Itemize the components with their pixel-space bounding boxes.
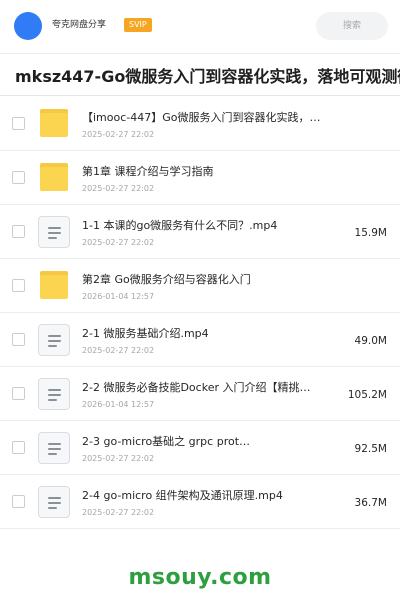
item-name: 第1章 课程介绍与学习指南 [82,165,214,178]
folder-icon [38,162,70,194]
item-checkbox[interactable] [12,225,25,238]
item-name: 第2章 Go微服务介绍与容器化入门 [82,273,251,286]
item-name: 2-2 微服务必备技能Docker 入门介绍【精挑… [82,381,311,394]
item-date: 2025-02-27 22:02 [82,454,155,463]
item-name: 2-3 go-micro基础之 grpc prot… [82,435,251,448]
list-item[interactable]: 第2章 Go微服务介绍与容器化入门 2026-01-04 12:57 [0,259,400,313]
document-icon [38,324,70,356]
item-name: 2-1 微服务基础介绍.mp4 [82,327,209,340]
title-bar: mksz447-Go微服务入门到容器化实践，落地可观测微服务 [0,54,400,96]
item-size: 105.2M [347,389,387,401]
watermark-text: msouy.com [128,565,272,590]
list-item[interactable]: 2-2 微服务必备技能Docker 入门介绍【精挑… 2026-01-04 12… [0,367,400,421]
document-icon [38,216,70,248]
page-title: mksz447-Go微服务入门到容器化实践，落地可观测微服务 [15,67,400,86]
document-icon [38,432,70,464]
item-date: 2026-01-04 12:57 [82,400,155,409]
item-checkbox[interactable] [12,279,25,292]
list-item[interactable]: 2-3 go-micro基础之 grpc prot… 2025-02-27 22… [0,421,400,475]
item-name: 【imooc-447】Go微服务入门到容器化实践，… [82,111,321,124]
item-checkbox[interactable] [12,117,25,130]
search-input[interactable]: 搜索 [316,12,388,40]
svip-badge: SVIP [124,18,152,32]
user-name[interactable]: 夸克网盘分享 [52,19,106,31]
item-name: 2-4 go-micro 组件架构及通讯原理.mp4 [82,489,283,502]
list-item[interactable]: 第1章 课程介绍与学习指南 2025-02-27 22:02 [0,151,400,205]
file-list: 【imooc-447】Go微服务入门到容器化实践，… 2025-02-27 22… [0,97,400,529]
document-icon [38,486,70,518]
item-size: 15.9M [354,227,387,239]
item-checkbox[interactable] [12,387,25,400]
list-item[interactable]: 【imooc-447】Go微服务入门到容器化实践，… 2025-02-27 22… [0,97,400,151]
top-header: 夸克网盘分享 SVIP 搜索 [0,0,400,54]
list-item[interactable]: 2-1 微服务基础介绍.mp4 2025-02-27 22:02 49.0M [0,313,400,367]
avatar[interactable] [14,12,42,40]
item-date: 2025-02-27 22:02 [82,238,155,247]
item-size: 49.0M [354,335,387,347]
item-date: 2026-01-04 12:57 [82,292,155,301]
item-checkbox[interactable] [12,333,25,346]
item-date: 2025-02-27 22:02 [82,346,155,355]
item-checkbox[interactable] [12,441,25,454]
item-date: 2025-02-27 22:02 [82,130,155,139]
item-size: 36.7M [354,497,387,509]
item-checkbox[interactable] [12,171,25,184]
item-date: 2025-02-27 22:02 [82,184,155,193]
document-icon [38,378,70,410]
item-date: 2025-02-27 22:02 [82,508,155,517]
item-checkbox[interactable] [12,495,25,508]
list-item[interactable]: 1-1 本课的go微服务有什么不同？.mp4 2025-02-27 22:02 … [0,205,400,259]
folder-icon [38,270,70,302]
item-size: 92.5M [354,443,387,455]
item-name: 1-1 本课的go微服务有什么不同？.mp4 [82,219,278,232]
folder-icon [38,108,70,140]
list-item[interactable]: 2-4 go-micro 组件架构及通讯原理.mp4 2025-02-27 22… [0,475,400,529]
